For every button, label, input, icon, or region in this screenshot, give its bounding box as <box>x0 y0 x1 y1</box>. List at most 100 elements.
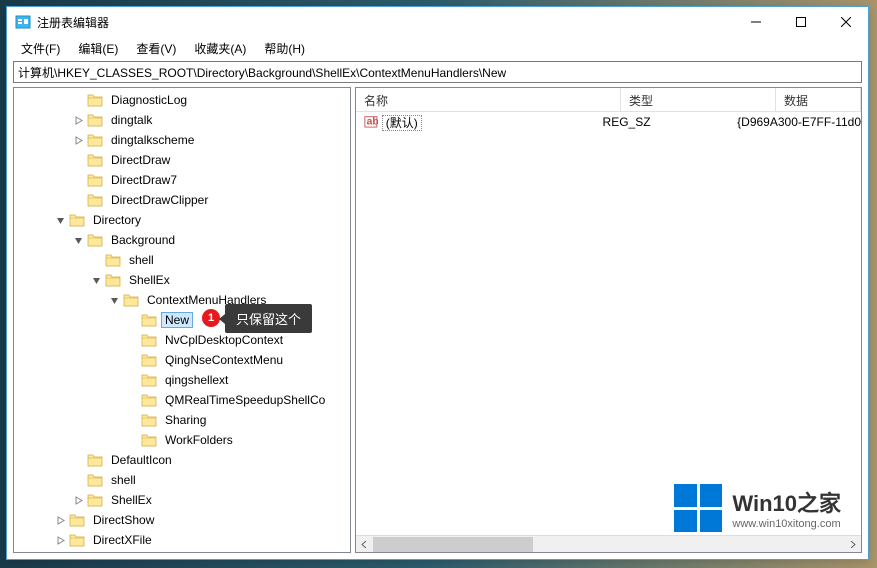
col-type[interactable]: 类型 <box>621 88 776 111</box>
folder-icon <box>87 473 103 487</box>
list-body[interactable]: ab (默认)REG_SZ{D969A300-E7FF-11d0 <box>356 112 861 535</box>
tree-item[interactable]: DefaultIcon <box>14 450 350 470</box>
tree-item-label: WorkFolders <box>161 432 237 448</box>
address-bar[interactable]: 计算机\HKEY_CLASSES_ROOT\Directory\Backgrou… <box>13 61 862 83</box>
tree-item[interactable]: dingtalkscheme <box>14 130 350 150</box>
expander-open-icon[interactable] <box>108 294 121 307</box>
expander-none <box>126 414 139 427</box>
tree-item-label: DirectDrawClipper <box>107 192 212 208</box>
scroll-thumb[interactable] <box>373 537 533 552</box>
folder-icon <box>141 353 157 367</box>
folder-icon <box>87 113 103 127</box>
expander-none <box>126 314 139 327</box>
tree-item-label: New <box>161 312 193 328</box>
h-scrollbar[interactable] <box>356 535 861 552</box>
expander-none <box>72 94 85 107</box>
folder-icon <box>105 273 121 287</box>
tree-item[interactable]: Directory <box>14 210 350 230</box>
folder-icon <box>87 93 103 107</box>
tree-item-label: Sharing <box>161 412 210 428</box>
tree-item[interactable]: DiagnosticLog <box>14 90 350 110</box>
tree-item[interactable]: DirectDraw <box>14 150 350 170</box>
tree-item-label: QMRealTimeSpeedupShellCo <box>161 392 329 408</box>
folder-icon <box>141 333 157 347</box>
expander-closed-icon[interactable] <box>72 134 85 147</box>
expander-none <box>72 194 85 207</box>
tree-item[interactable]: shell <box>14 470 350 490</box>
tree-item-label: QingNseContextMenu <box>161 352 287 368</box>
window-title: 注册表编辑器 <box>37 14 733 31</box>
tree-item[interactable]: dingtalk <box>14 110 350 130</box>
cell-name: (默认) <box>382 114 595 131</box>
tree-item[interactable]: DirectDrawClipper <box>14 190 350 210</box>
tree-item[interactable]: QingNseContextMenu <box>14 350 350 370</box>
tree-item[interactable]: Background <box>14 230 350 250</box>
expander-open-icon[interactable] <box>54 214 67 227</box>
annotation-tooltip: 只保留这个 <box>225 304 312 333</box>
tree-item-label: qingshellext <box>161 372 232 388</box>
tree-pane: DiagnosticLogdingtalkdingtalkschemeDirec… <box>13 87 351 553</box>
tree-item-label: shell <box>107 472 140 488</box>
expander-closed-icon[interactable] <box>72 494 85 507</box>
tree-item[interactable]: ShellEx <box>14 490 350 510</box>
folder-icon <box>141 313 157 327</box>
expander-open-icon[interactable] <box>72 234 85 247</box>
tree-item-label: dingtalk <box>107 112 156 128</box>
svg-text:ab: ab <box>367 117 378 128</box>
folder-icon <box>69 513 85 527</box>
folder-icon <box>87 453 103 467</box>
folder-icon <box>105 253 121 267</box>
expander-none <box>126 354 139 367</box>
menu-view[interactable]: 查看(V) <box>128 38 184 59</box>
tree-item-label: ShellEx <box>107 492 156 508</box>
titlebar[interactable]: 注册表编辑器 <box>7 7 868 37</box>
tree-item-label: Directory <box>89 212 145 228</box>
folder-icon <box>87 173 103 187</box>
maximize-button[interactable] <box>778 8 823 37</box>
tree-item[interactable]: ShellEx <box>14 270 350 290</box>
menu-file[interactable]: 文件(F) <box>13 38 68 59</box>
tree-item-label: ShellEx <box>125 272 174 288</box>
tree-item-label: DirectDraw7 <box>107 172 181 188</box>
watermark-url: www.win10xitong.com <box>732 518 841 530</box>
col-name[interactable]: 名称 <box>356 88 621 111</box>
folder-icon <box>141 373 157 387</box>
folder-icon <box>87 133 103 147</box>
tree-item-label: DirectXFile <box>89 532 156 548</box>
tree-item[interactable]: NvCplDesktopContext <box>14 330 350 350</box>
reg-string-icon: ab <box>364 114 378 130</box>
tree-item[interactable]: WorkFolders <box>14 430 350 450</box>
folder-icon <box>87 493 103 507</box>
tree-item[interactable]: DirectDraw7 <box>14 170 350 190</box>
expander-closed-icon[interactable] <box>54 514 67 527</box>
cell-data: {D969A300-E7FF-11d0 <box>729 115 861 129</box>
folder-icon <box>87 233 103 247</box>
folder-icon <box>141 393 157 407</box>
expander-closed-icon[interactable] <box>54 534 67 547</box>
annotation-badge: 1 <box>202 309 220 327</box>
expander-closed-icon[interactable] <box>72 114 85 127</box>
scroll-left-button[interactable] <box>356 536 373 553</box>
menu-edit[interactable]: 编辑(E) <box>70 38 126 59</box>
tree-item[interactable]: qingshellext <box>14 370 350 390</box>
tree-item[interactable]: DirectXFile <box>14 530 350 550</box>
col-data[interactable]: 数据 <box>776 88 861 111</box>
expander-none <box>126 334 139 347</box>
folder-icon <box>69 213 85 227</box>
menu-favorites[interactable]: 收藏夹(A) <box>186 38 254 59</box>
cell-type: REG_SZ <box>595 115 730 129</box>
tree-item[interactable]: Sharing <box>14 410 350 430</box>
list-header: 名称 类型 数据 <box>356 88 861 112</box>
watermark-brand: Win10之家 <box>732 486 841 518</box>
scroll-right-button[interactable] <box>844 536 861 553</box>
close-button[interactable] <box>823 8 868 37</box>
expander-none <box>72 454 85 467</box>
tree-item[interactable]: DirectShow <box>14 510 350 530</box>
menu-help[interactable]: 帮助(H) <box>256 38 313 59</box>
tree-item[interactable]: shell <box>14 250 350 270</box>
tree-item[interactable]: QMRealTimeSpeedupShellCo <box>14 390 350 410</box>
list-row[interactable]: ab (默认)REG_SZ{D969A300-E7FF-11d0 <box>356 112 861 132</box>
expander-open-icon[interactable] <box>90 274 103 287</box>
expander-none <box>126 434 139 447</box>
minimize-button[interactable] <box>733 8 778 37</box>
